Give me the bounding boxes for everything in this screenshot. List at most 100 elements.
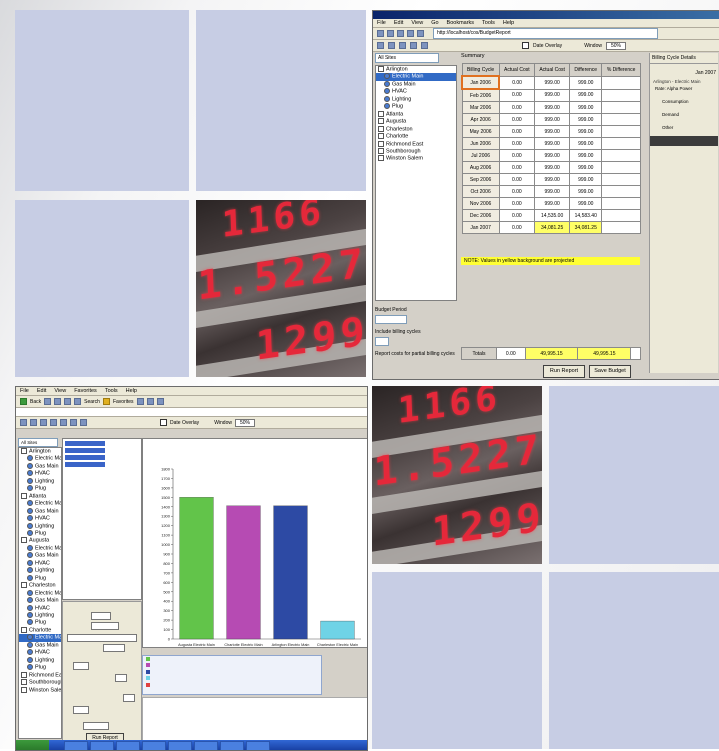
grid-icon[interactable]	[20, 419, 27, 426]
chart-icon[interactable]	[30, 419, 37, 426]
site-scope-select[interactable]: All Sites	[18, 438, 58, 447]
meter-icon[interactable]	[27, 507, 33, 514]
taskbar-button[interactable]	[168, 741, 192, 750]
home-icon[interactable]	[417, 30, 424, 37]
menu-item-help[interactable]: Help	[126, 387, 137, 395]
address-bar[interactable]: http://localhost/cos/BudgetReport	[433, 28, 658, 39]
meter-icon[interactable]	[27, 634, 33, 641]
date-overlay-checkbox[interactable]	[522, 42, 529, 49]
table-row[interactable]: Aug 2006 0.00 999.00 999.00	[461, 161, 641, 174]
history-icon[interactable]	[136, 398, 144, 405]
tree-node[interactable]: Arlington	[376, 66, 456, 73]
tree-node[interactable]: Lighting	[19, 611, 61, 619]
menu-item-tools[interactable]: Tools	[482, 19, 495, 27]
forward-icon[interactable]	[387, 30, 394, 37]
window-select[interactable]: 50%	[234, 418, 255, 427]
option-field[interactable]	[115, 674, 127, 682]
meter-icon[interactable]	[27, 664, 33, 671]
print-icon[interactable]	[399, 42, 406, 49]
taskbar-button[interactable]	[64, 741, 88, 750]
selected-series-item[interactable]	[65, 462, 105, 467]
meter-icon[interactable]	[27, 529, 33, 536]
meter-icon[interactable]	[27, 500, 33, 507]
meter-icon[interactable]	[27, 649, 33, 656]
tree-node[interactable]: HVAC	[376, 88, 456, 95]
tree-node[interactable]: Southborough	[376, 147, 456, 155]
meter-icon[interactable]	[384, 95, 390, 102]
tree-node[interactable]: Electric Main	[19, 455, 61, 462]
meter-icon[interactable]	[27, 559, 33, 566]
stop-icon[interactable]	[54, 398, 62, 405]
search-label[interactable]: Search	[84, 399, 100, 405]
grid-icon[interactable]	[377, 42, 384, 49]
option-field[interactable]	[91, 622, 119, 630]
expand-icon[interactable]	[21, 448, 27, 454]
table-row[interactable]: Jan 2006 0.00 999.00 999.00	[460, 75, 641, 90]
tree-node[interactable]: Electric Main	[376, 73, 456, 81]
table-row[interactable]: Mar 2006 0.00 999.00 999.00	[461, 101, 641, 114]
tree-node[interactable]: Southborough	[19, 679, 61, 686]
taskbar-button[interactable]	[90, 741, 114, 750]
tree-node[interactable]: Charleston	[19, 582, 61, 589]
table-row[interactable]: Jul 2006 0.00 999.00 999.00	[461, 149, 641, 162]
partial-cycles-option[interactable]: Report costs for partial billing cycles	[375, 351, 455, 357]
option-field[interactable]	[91, 612, 111, 620]
expand-icon[interactable]	[21, 492, 27, 499]
favorites-icon[interactable]	[102, 398, 110, 405]
meter-icon[interactable]	[27, 611, 33, 618]
taskbar-button[interactable]	[246, 741, 270, 750]
selected-series-item[interactable]	[65, 441, 105, 446]
forward-icon[interactable]	[44, 398, 52, 405]
menu-item-file[interactable]: File	[20, 387, 29, 395]
stop-icon[interactable]	[407, 30, 414, 37]
tree-node[interactable]: HVAC	[19, 649, 61, 656]
meter-icon[interactable]	[27, 544, 33, 551]
tree-node[interactable]: Gas Main	[19, 552, 61, 559]
reload-icon[interactable]	[397, 30, 404, 37]
tree-node[interactable]: Plug	[19, 664, 61, 671]
export-icon[interactable]	[60, 419, 67, 426]
meter-icon[interactable]	[27, 477, 33, 484]
zoom-icon[interactable]	[70, 419, 77, 426]
tree-node[interactable]: Plug	[19, 619, 61, 626]
table-row[interactable]: Jun 2006 0.00 999.00 999.00	[461, 137, 641, 150]
menu-item-edit[interactable]: Edit	[37, 387, 46, 395]
taskbar-button[interactable]	[142, 741, 166, 750]
meter-icon[interactable]	[27, 604, 33, 611]
tree-node[interactable]: Plug	[19, 485, 61, 492]
billing-cycles-input[interactable]	[375, 337, 389, 346]
tree-node[interactable]: Plug	[19, 574, 61, 582]
tree-node[interactable]: Gas Main	[19, 507, 61, 515]
table-row[interactable]: Sep 2006 0.00 999.00 999.00	[461, 173, 641, 186]
tree-node[interactable]: Charleston	[376, 125, 456, 133]
meter-icon[interactable]	[27, 656, 33, 663]
meter-icon[interactable]	[27, 597, 33, 604]
help-icon[interactable]	[80, 419, 87, 426]
meter-icon[interactable]	[27, 567, 33, 574]
expand-icon[interactable]	[21, 537, 27, 544]
tree-node[interactable]: Electric Main	[19, 589, 61, 597]
menu-item-view[interactable]: View	[411, 19, 423, 27]
tree-node[interactable]: Atlanta	[19, 492, 61, 500]
save-budget-button[interactable]: Save Budget	[589, 365, 631, 378]
tree-node[interactable]: Charlotte	[19, 626, 61, 634]
tree-node[interactable]: Richmond East	[376, 140, 456, 148]
meter-icon[interactable]	[27, 470, 33, 477]
table-row[interactable]: Apr 2006 0.00 999.00 999.00	[461, 113, 641, 126]
table-icon[interactable]	[410, 42, 417, 49]
tree-node[interactable]: Electric Main	[19, 500, 61, 507]
export-icon[interactable]	[421, 42, 428, 49]
table-row[interactable]: Dec 2006 0.00 14,535.00 14,583.40	[461, 209, 641, 222]
tree-node[interactable]: HVAC	[19, 559, 61, 567]
expand-icon[interactable]	[378, 66, 384, 72]
print-icon[interactable]	[156, 398, 164, 405]
menu-item-edit[interactable]: Edit	[394, 19, 403, 27]
table-row[interactable]: May 2006 0.00 999.00 999.00	[461, 125, 641, 138]
address-bar[interactable]	[16, 408, 367, 417]
tree-node[interactable]: Electric Main	[19, 634, 61, 642]
tree-node[interactable]: Lighting	[19, 567, 61, 574]
table-icon[interactable]	[50, 419, 57, 426]
tree-node[interactable]: Lighting	[19, 522, 61, 530]
tree-node[interactable]: Winston Salem	[19, 686, 61, 694]
tree-node[interactable]: Atlanta	[376, 110, 456, 118]
